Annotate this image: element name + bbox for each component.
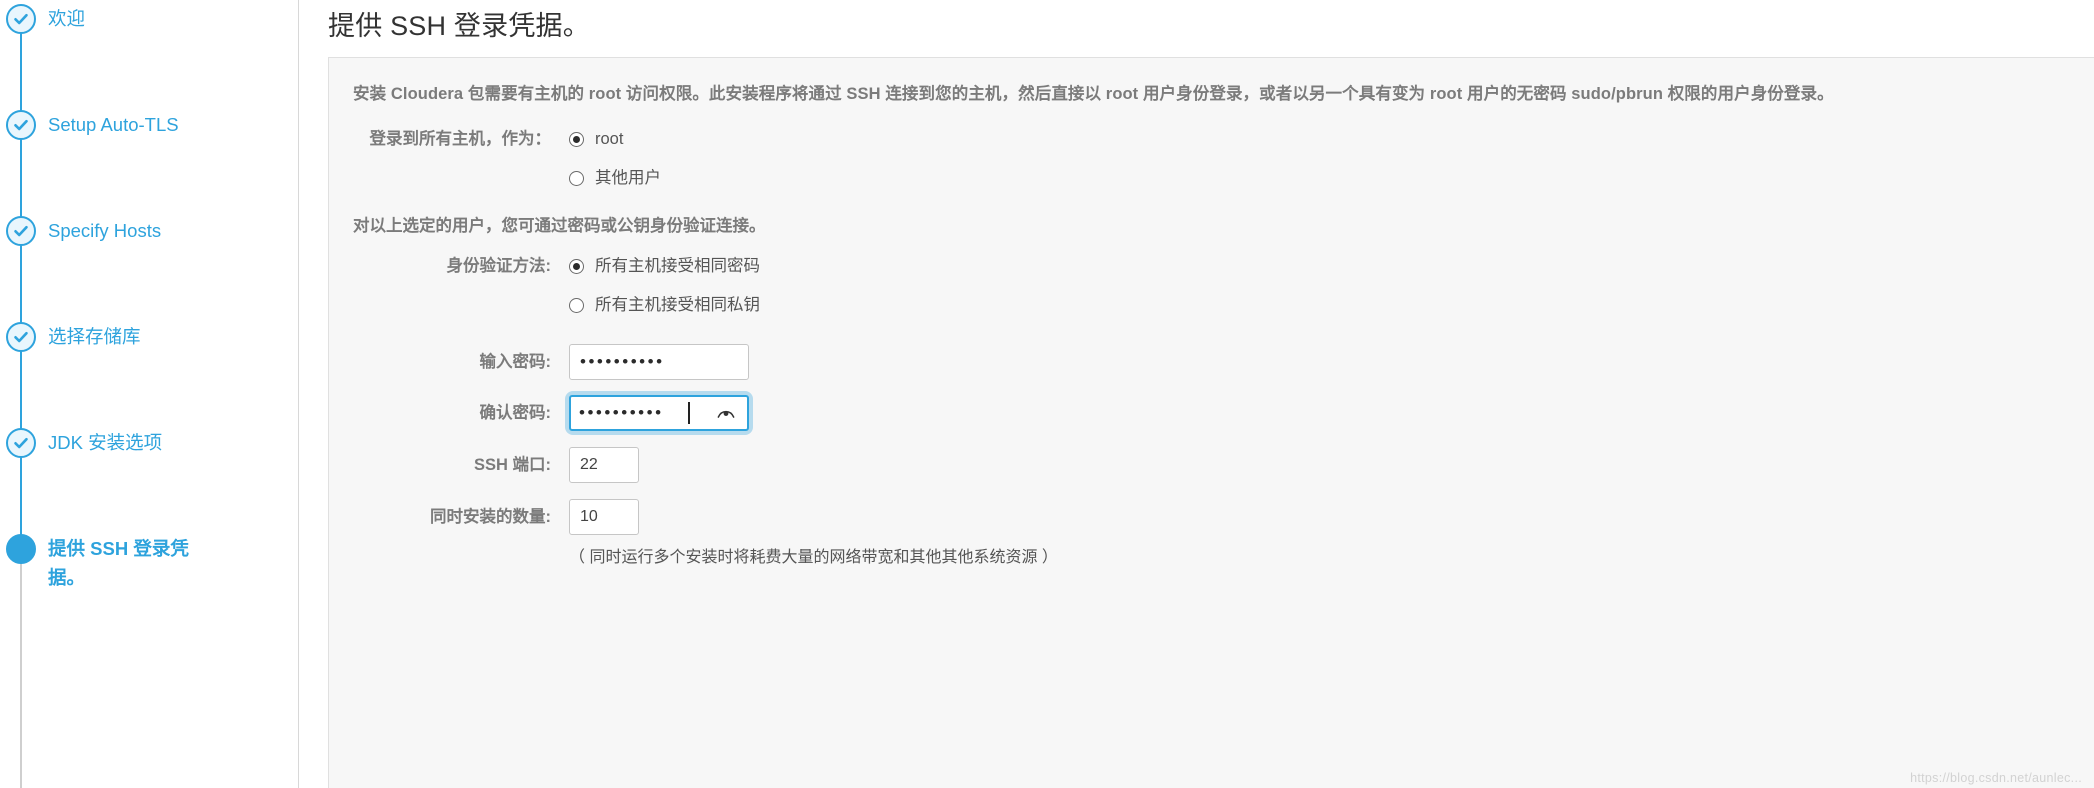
step-check-circle — [6, 110, 36, 140]
password-input-wrap[interactable]: •••••••••• — [569, 344, 749, 380]
check-icon — [14, 13, 28, 25]
password-label: 输入密码: — [479, 353, 552, 371]
login-as-label: 登录到所有主机，作为： — [369, 130, 552, 148]
login-as-row: 登录到所有主机，作为： root 其他用户 — [353, 126, 2070, 191]
radio-login-as-other[interactable]: 其他用户 — [569, 165, 2070, 191]
radio-icon[interactable] — [569, 297, 584, 313]
auth-method-row: 身份验证方法: 所有主机接受相同密码 所有主机接受相同私钥 — [353, 253, 2070, 318]
panel-intro-text: 安装 Cloudera 包需要有主机的 root 访问权限。此安装程序将通过 S… — [353, 85, 1834, 103]
step-marker — [0, 110, 42, 140]
text-caret — [688, 402, 690, 424]
auth-section-heading: 对以上选定的用户，您可通过密码或公钥身份验证连接。 — [353, 217, 766, 235]
step-marker — [0, 428, 42, 458]
wizard-stepper-sidebar: 欢迎 Setup Auto-TLS Specify Hosts 选择存储库 JD… — [0, 0, 299, 788]
concurrent-installs-row: 同时安装的数量: 10 — [353, 499, 2070, 535]
main-content: 提供 SSH 登录凭据。 安装 Cloudera 包需要有主机的 root 访问… — [299, 0, 2094, 788]
step-marker — [0, 322, 42, 352]
confirm-password-row: 确认密码: •••••••••• — [353, 395, 2070, 431]
auth-method-options: 所有主机接受相同密码 所有主机接受相同私钥 — [569, 253, 2070, 318]
password-row: 输入密码: •••••••••• — [353, 344, 2070, 380]
password-input[interactable] — [569, 344, 749, 380]
ssh-port-label: SSH 端口: — [473, 456, 551, 474]
sidebar-step-jdk-options[interactable]: JDK 安装选项 — [0, 428, 299, 458]
concurrent-installs-input[interactable]: 10 — [569, 499, 639, 535]
password-control: •••••••••• — [569, 344, 2070, 380]
step-current-circle — [6, 534, 36, 564]
concurrent-installs-hint: （ 同时运行多个安装时将耗费大量的网络带宽和其他其他系统资源 ） — [569, 549, 1058, 566]
hint-control: （ 同时运行多个安装时将耗费大量的网络带宽和其他其他系统资源 ） — [569, 535, 2070, 571]
step-check-circle — [6, 4, 36, 34]
sidebar-step-ssh-credentials[interactable]: 提供 SSH 登录凭据。 — [0, 534, 299, 592]
check-icon — [14, 331, 28, 343]
sidebar-step-label: Specify Hosts — [48, 220, 162, 241]
step-marker — [0, 216, 42, 246]
radio-login-as-root[interactable]: root — [569, 126, 2070, 152]
sidebar-step-label: 选择存储库 — [48, 326, 141, 347]
confirm-password-label: 确认密码: — [479, 404, 552, 422]
sidebar-step-label: 提供 SSH 登录凭据。 — [48, 538, 189, 588]
check-icon — [14, 225, 28, 237]
check-icon — [14, 119, 28, 131]
watermark: https://blog.csdn.net/aunlec... — [1910, 771, 2082, 785]
radio-icon[interactable] — [569, 170, 584, 186]
radio-icon[interactable] — [569, 258, 584, 274]
radio-auth-same-password[interactable]: 所有主机接受相同密码 — [569, 253, 2070, 279]
ssh-port-control: 22 — [569, 447, 2070, 483]
sidebar-step-specify-hosts[interactable]: Specify Hosts — [0, 216, 299, 246]
login-as-options: root 其他用户 — [569, 126, 2070, 191]
confirm-password-control: •••••••••• — [569, 395, 2070, 431]
step-connector-6 — [20, 552, 22, 788]
auth-method-label: 身份验证方法: — [446, 257, 552, 275]
step-check-circle — [6, 216, 36, 246]
concurrent-installs-label: 同时安装的数量: — [430, 508, 551, 526]
step-marker — [0, 4, 42, 34]
step-check-circle — [6, 322, 36, 352]
radio-label: 所有主机接受相同私钥 — [595, 296, 760, 314]
eye-icon[interactable] — [717, 405, 735, 421]
step-marker — [0, 534, 42, 564]
concurrent-installs-hint-row: （ 同时运行多个安装时将耗费大量的网络带宽和其他其他系统资源 ） — [353, 535, 2070, 571]
sidebar-step-welcome[interactable]: 欢迎 — [0, 4, 299, 34]
ssh-port-row: SSH 端口: 22 — [353, 447, 2070, 483]
sidebar-step-select-repository[interactable]: 选择存储库 — [0, 322, 299, 352]
sidebar-step-label: JDK 安装选项 — [48, 432, 163, 453]
sidebar-step-label: 欢迎 — [48, 8, 86, 29]
radio-label: 其他用户 — [595, 169, 661, 187]
sidebar-step-label: Setup Auto-TLS — [48, 114, 179, 135]
step-check-circle — [6, 428, 36, 458]
radio-auth-same-private-key[interactable]: 所有主机接受相同私钥 — [569, 292, 2070, 318]
ssh-credentials-panel: 安装 Cloudera 包需要有主机的 root 访问权限。此安装程序将通过 S… — [328, 57, 2094, 788]
check-icon — [14, 437, 28, 449]
radio-label: 所有主机接受相同密码 — [595, 257, 760, 275]
ssh-port-input[interactable]: 22 — [569, 447, 639, 483]
radio-icon[interactable] — [569, 131, 584, 147]
page-title: 提供 SSH 登录凭据。 — [328, 11, 590, 41]
confirm-password-input-wrap[interactable]: •••••••••• — [569, 395, 749, 431]
sidebar-step-setup-auto-tls[interactable]: Setup Auto-TLS — [0, 110, 299, 140]
concurrent-installs-control: 10 — [569, 499, 2070, 535]
installer-wizard-page: 欢迎 Setup Auto-TLS Specify Hosts 选择存储库 JD… — [0, 0, 2094, 788]
radio-label: root — [595, 130, 624, 148]
